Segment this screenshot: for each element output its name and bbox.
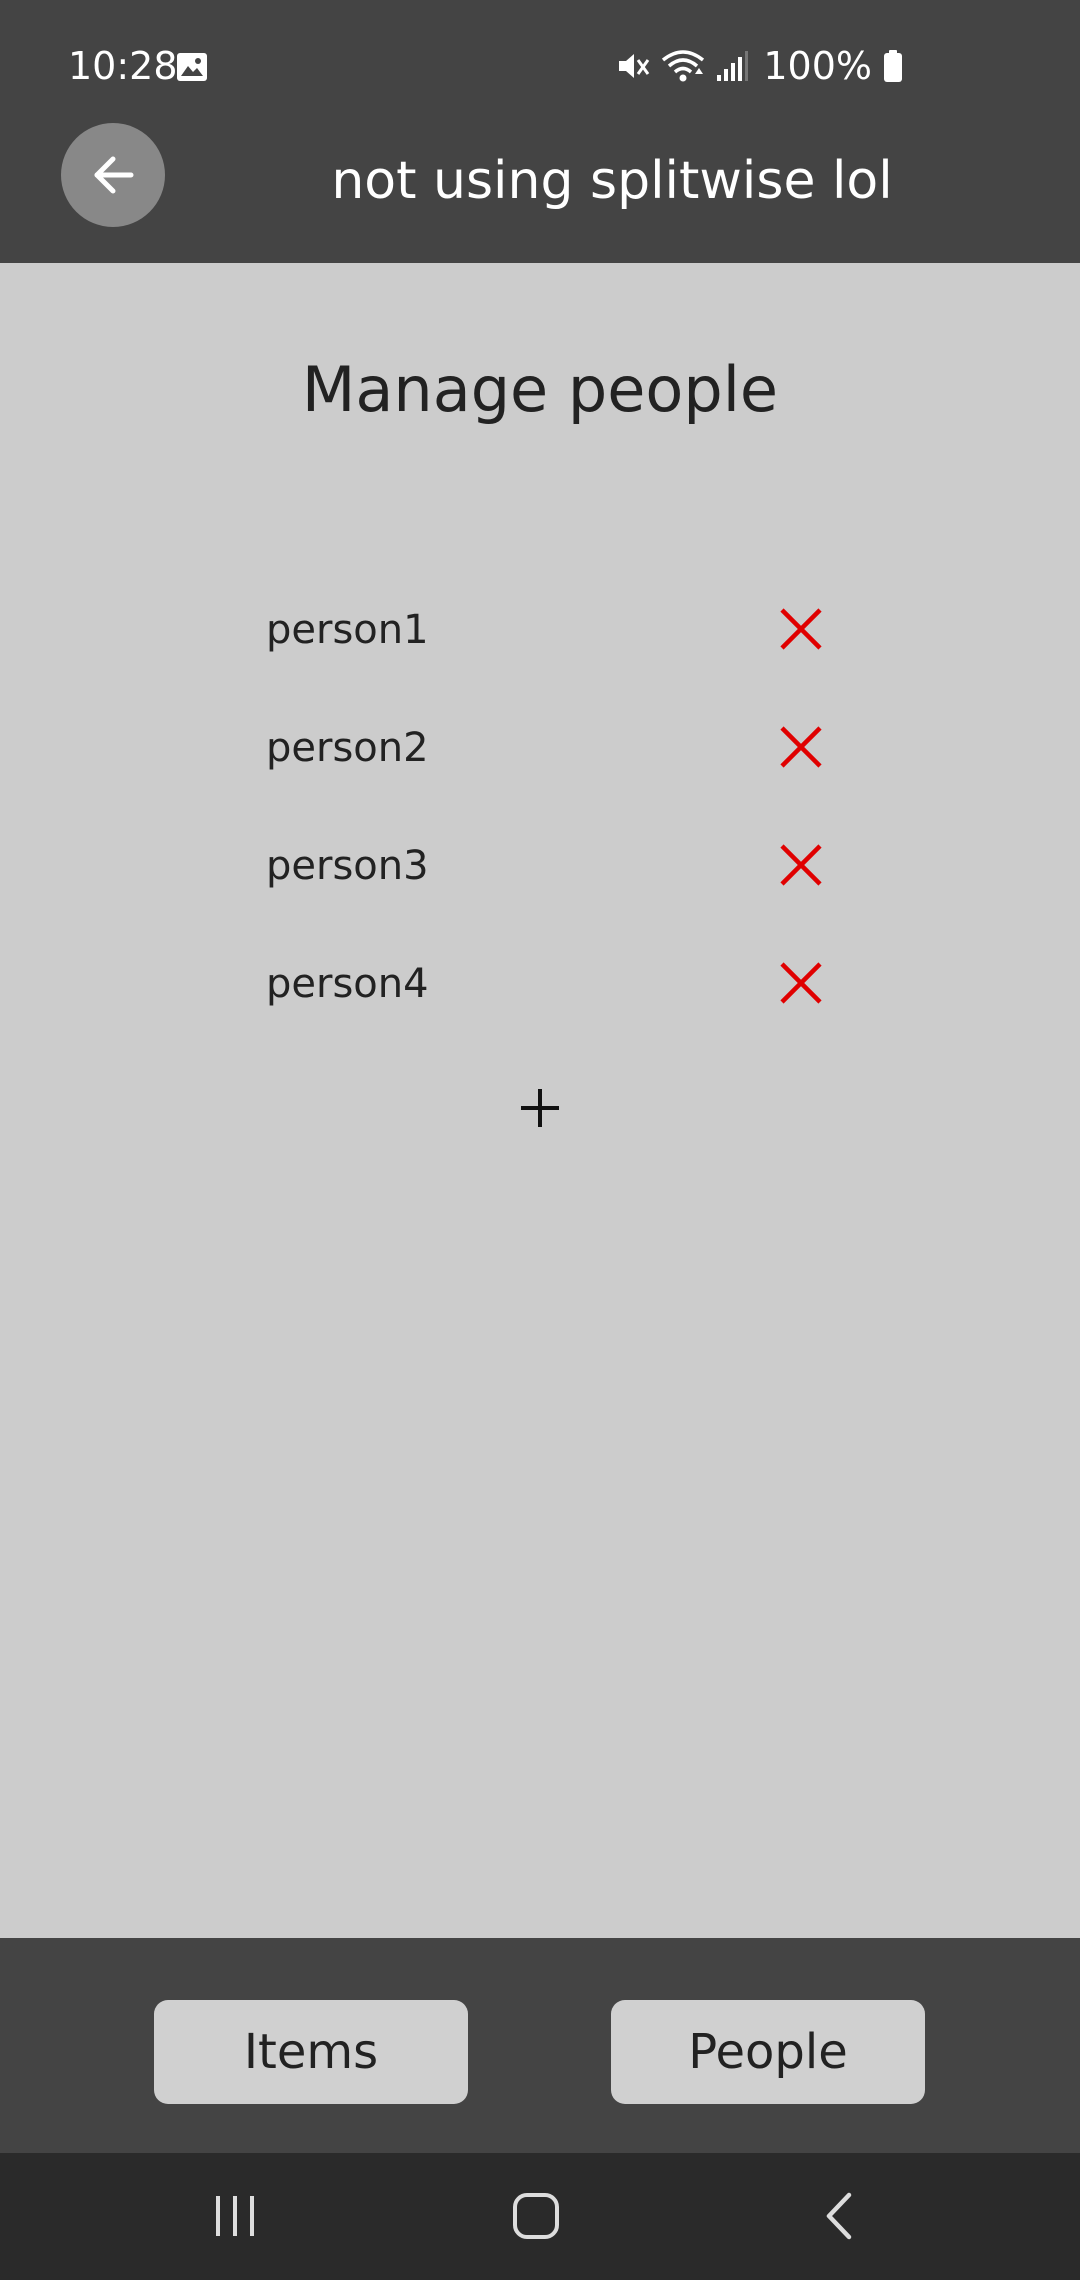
battery-percentage: 100% <box>763 44 872 88</box>
arrow-left-icon <box>94 156 134 194</box>
bottom-tab-bar: Items People <box>0 1938 1080 2153</box>
status-icons: 100% <box>615 40 904 92</box>
mute-icon <box>619 54 650 78</box>
close-icon[interactable] <box>778 724 824 770</box>
back-button[interactable] <box>61 123 165 227</box>
status-bar: 10:28 100% <box>0 0 1080 135</box>
person-row: person2 <box>266 690 846 808</box>
person-name: person2 <box>266 725 429 771</box>
plus-icon <box>521 1089 559 1127</box>
person-name: person1 <box>266 607 429 653</box>
person-name: person3 <box>266 843 429 889</box>
add-person-button[interactable] <box>510 1080 570 1136</box>
signal-icon <box>717 51 749 81</box>
person-name: person4 <box>266 961 429 1007</box>
status-time: 10:28 <box>68 44 178 88</box>
items-tab-button[interactable]: Items <box>154 2000 468 2104</box>
recents-button[interactable] <box>190 2181 280 2251</box>
person-row: person4 <box>266 926 846 1044</box>
system-nav-bar <box>0 2153 1080 2280</box>
person-row: person1 <box>266 572 846 690</box>
home-button[interactable] <box>491 2181 581 2251</box>
battery-icon <box>884 50 902 82</box>
home-icon <box>513 2193 559 2239</box>
screen: 10:28 100% not using splitwise lol Manag… <box>0 0 1080 2280</box>
wifi-icon <box>662 50 705 82</box>
app-title: not using splitwise lol <box>331 151 893 211</box>
person-row: person3 <box>266 808 846 926</box>
close-icon[interactable] <box>778 606 824 652</box>
app-bar: not using splitwise lol <box>0 123 1080 263</box>
close-icon[interactable] <box>778 842 824 888</box>
people-tab-button[interactable]: People <box>611 2000 925 2104</box>
close-icon[interactable] <box>778 960 824 1006</box>
page-title: Manage people <box>301 353 779 426</box>
people-list: person1 person2 person3 person4 <box>266 572 846 1044</box>
image-icon <box>177 53 207 81</box>
back-icon <box>826 2192 852 2240</box>
recents-icon <box>216 2196 254 2236</box>
system-back-button[interactable] <box>794 2181 884 2251</box>
